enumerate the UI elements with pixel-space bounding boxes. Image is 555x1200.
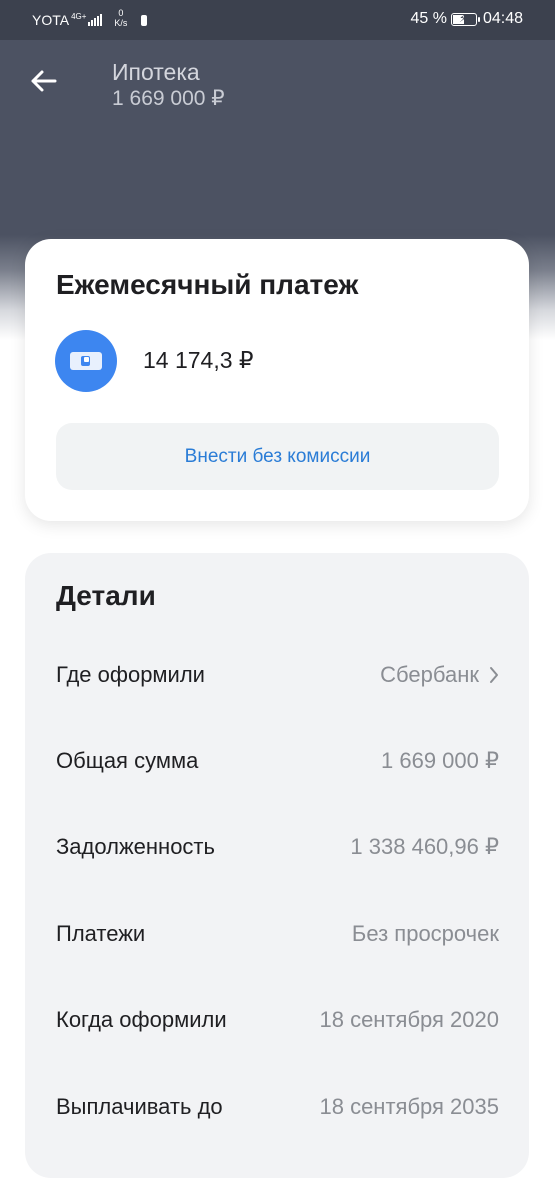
battery-charging-icon: ⚡ bbox=[450, 12, 480, 26]
status-right: 45 % ⚡ 04:48 bbox=[410, 10, 523, 28]
detail-value: 18 сентября 2020 bbox=[319, 1007, 499, 1032]
details-section: Детали Где оформили Сбербанк Общая сумма… bbox=[25, 553, 529, 1178]
monthly-payment-title: Ежемесячный платеж bbox=[56, 269, 359, 300]
carrier-name: YOTA bbox=[32, 12, 70, 28]
page-subtitle: 1 669 000 ₽ bbox=[112, 87, 225, 110]
speed-value: 0 bbox=[118, 8, 124, 18]
chevron-right-icon bbox=[489, 666, 499, 684]
detail-row-debt: Задолженность 1 338 460,96 ₽ bbox=[56, 827, 499, 867]
detail-row-issue-date: Когда оформили 18 сентября 2020 bbox=[56, 1000, 499, 1040]
detail-label: Платежи bbox=[56, 921, 146, 946]
detail-label: Общая сумма bbox=[56, 748, 199, 773]
detail-row-pay-until: Выплачивать до 18 сентября 2035 bbox=[56, 1087, 499, 1127]
monthly-payment-card: Ежемесячный платеж 14 174,3 ₽ Внести без… bbox=[25, 239, 529, 521]
notification-icon bbox=[141, 14, 148, 26]
page-header: Ипотека 1 669 000 ₽ bbox=[112, 58, 225, 112]
detail-label: Выплачивать до bbox=[56, 1094, 223, 1119]
battery-percent: 45 % bbox=[410, 10, 447, 27]
detail-value: 1 338 460,96 ₽ bbox=[350, 834, 499, 859]
detail-row-total-amount: Общая сумма 1 669 000 ₽ bbox=[56, 741, 499, 781]
speed-unit: K/s bbox=[114, 18, 128, 28]
clock: 04:48 bbox=[482, 10, 523, 27]
detail-label: Когда оформили bbox=[56, 1007, 227, 1032]
detail-row-payments: Платежи Без просрочек bbox=[56, 914, 499, 954]
detail-value: 1 669 000 ₽ bbox=[381, 748, 499, 773]
detail-label: Задолженность bbox=[56, 834, 215, 859]
status-bar: YOTA 4G+ 0 K/s 45 % ⚡ 04:48 bbox=[0, 0, 555, 40]
details-title: Детали bbox=[56, 580, 156, 611]
detail-row-bank[interactable]: Где оформили Сбербанк bbox=[56, 655, 499, 695]
network-speed: 0 K/s bbox=[114, 8, 127, 28]
bank-name: Сбербанк bbox=[380, 662, 479, 687]
pay-without-commission-button[interactable]: Внести без комиссии bbox=[56, 423, 499, 490]
arrow-left-icon bbox=[31, 70, 57, 92]
payment-icon bbox=[55, 330, 117, 392]
network-type: 4G+ bbox=[71, 11, 87, 21]
detail-value: Сбербанк bbox=[380, 662, 499, 688]
detail-value: 18 сентября 2035 bbox=[319, 1094, 499, 1119]
monthly-payment-amount: 14 174,3 ₽ bbox=[143, 347, 254, 373]
detail-value: Без просрочек bbox=[351, 921, 499, 946]
detail-label: Где оформили bbox=[56, 662, 205, 687]
status-left: YOTA 4G+ 0 K/s bbox=[32, 8, 148, 28]
page-title: Ипотека bbox=[112, 59, 200, 85]
back-button[interactable] bbox=[26, 64, 60, 98]
signal-icon bbox=[88, 14, 103, 26]
